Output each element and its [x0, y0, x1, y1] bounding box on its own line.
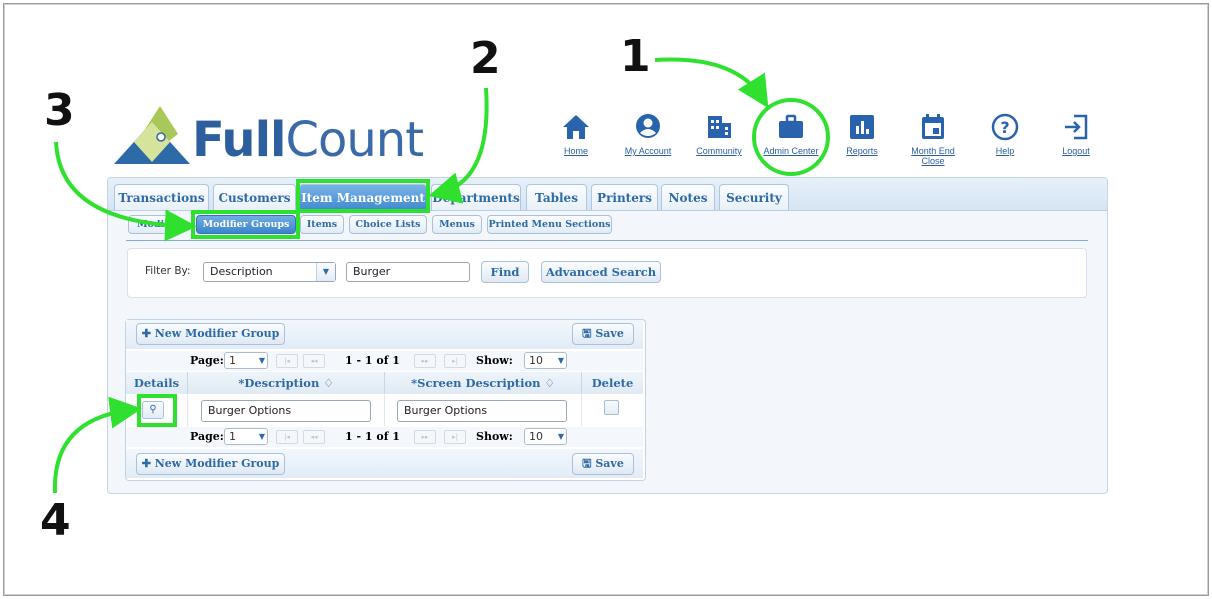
- arrow-3: [54, 141, 197, 242]
- arrow-4: [52, 396, 142, 494]
- step-number-2: 2: [470, 33, 501, 84]
- arrow-1: [654, 57, 769, 109]
- arrow-2: [428, 87, 489, 204]
- step-number-3: 3: [44, 85, 75, 136]
- annotation-arrows: [52, 57, 769, 494]
- step-number-1: 1: [620, 31, 651, 82]
- step-number-4: 4: [40, 495, 71, 546]
